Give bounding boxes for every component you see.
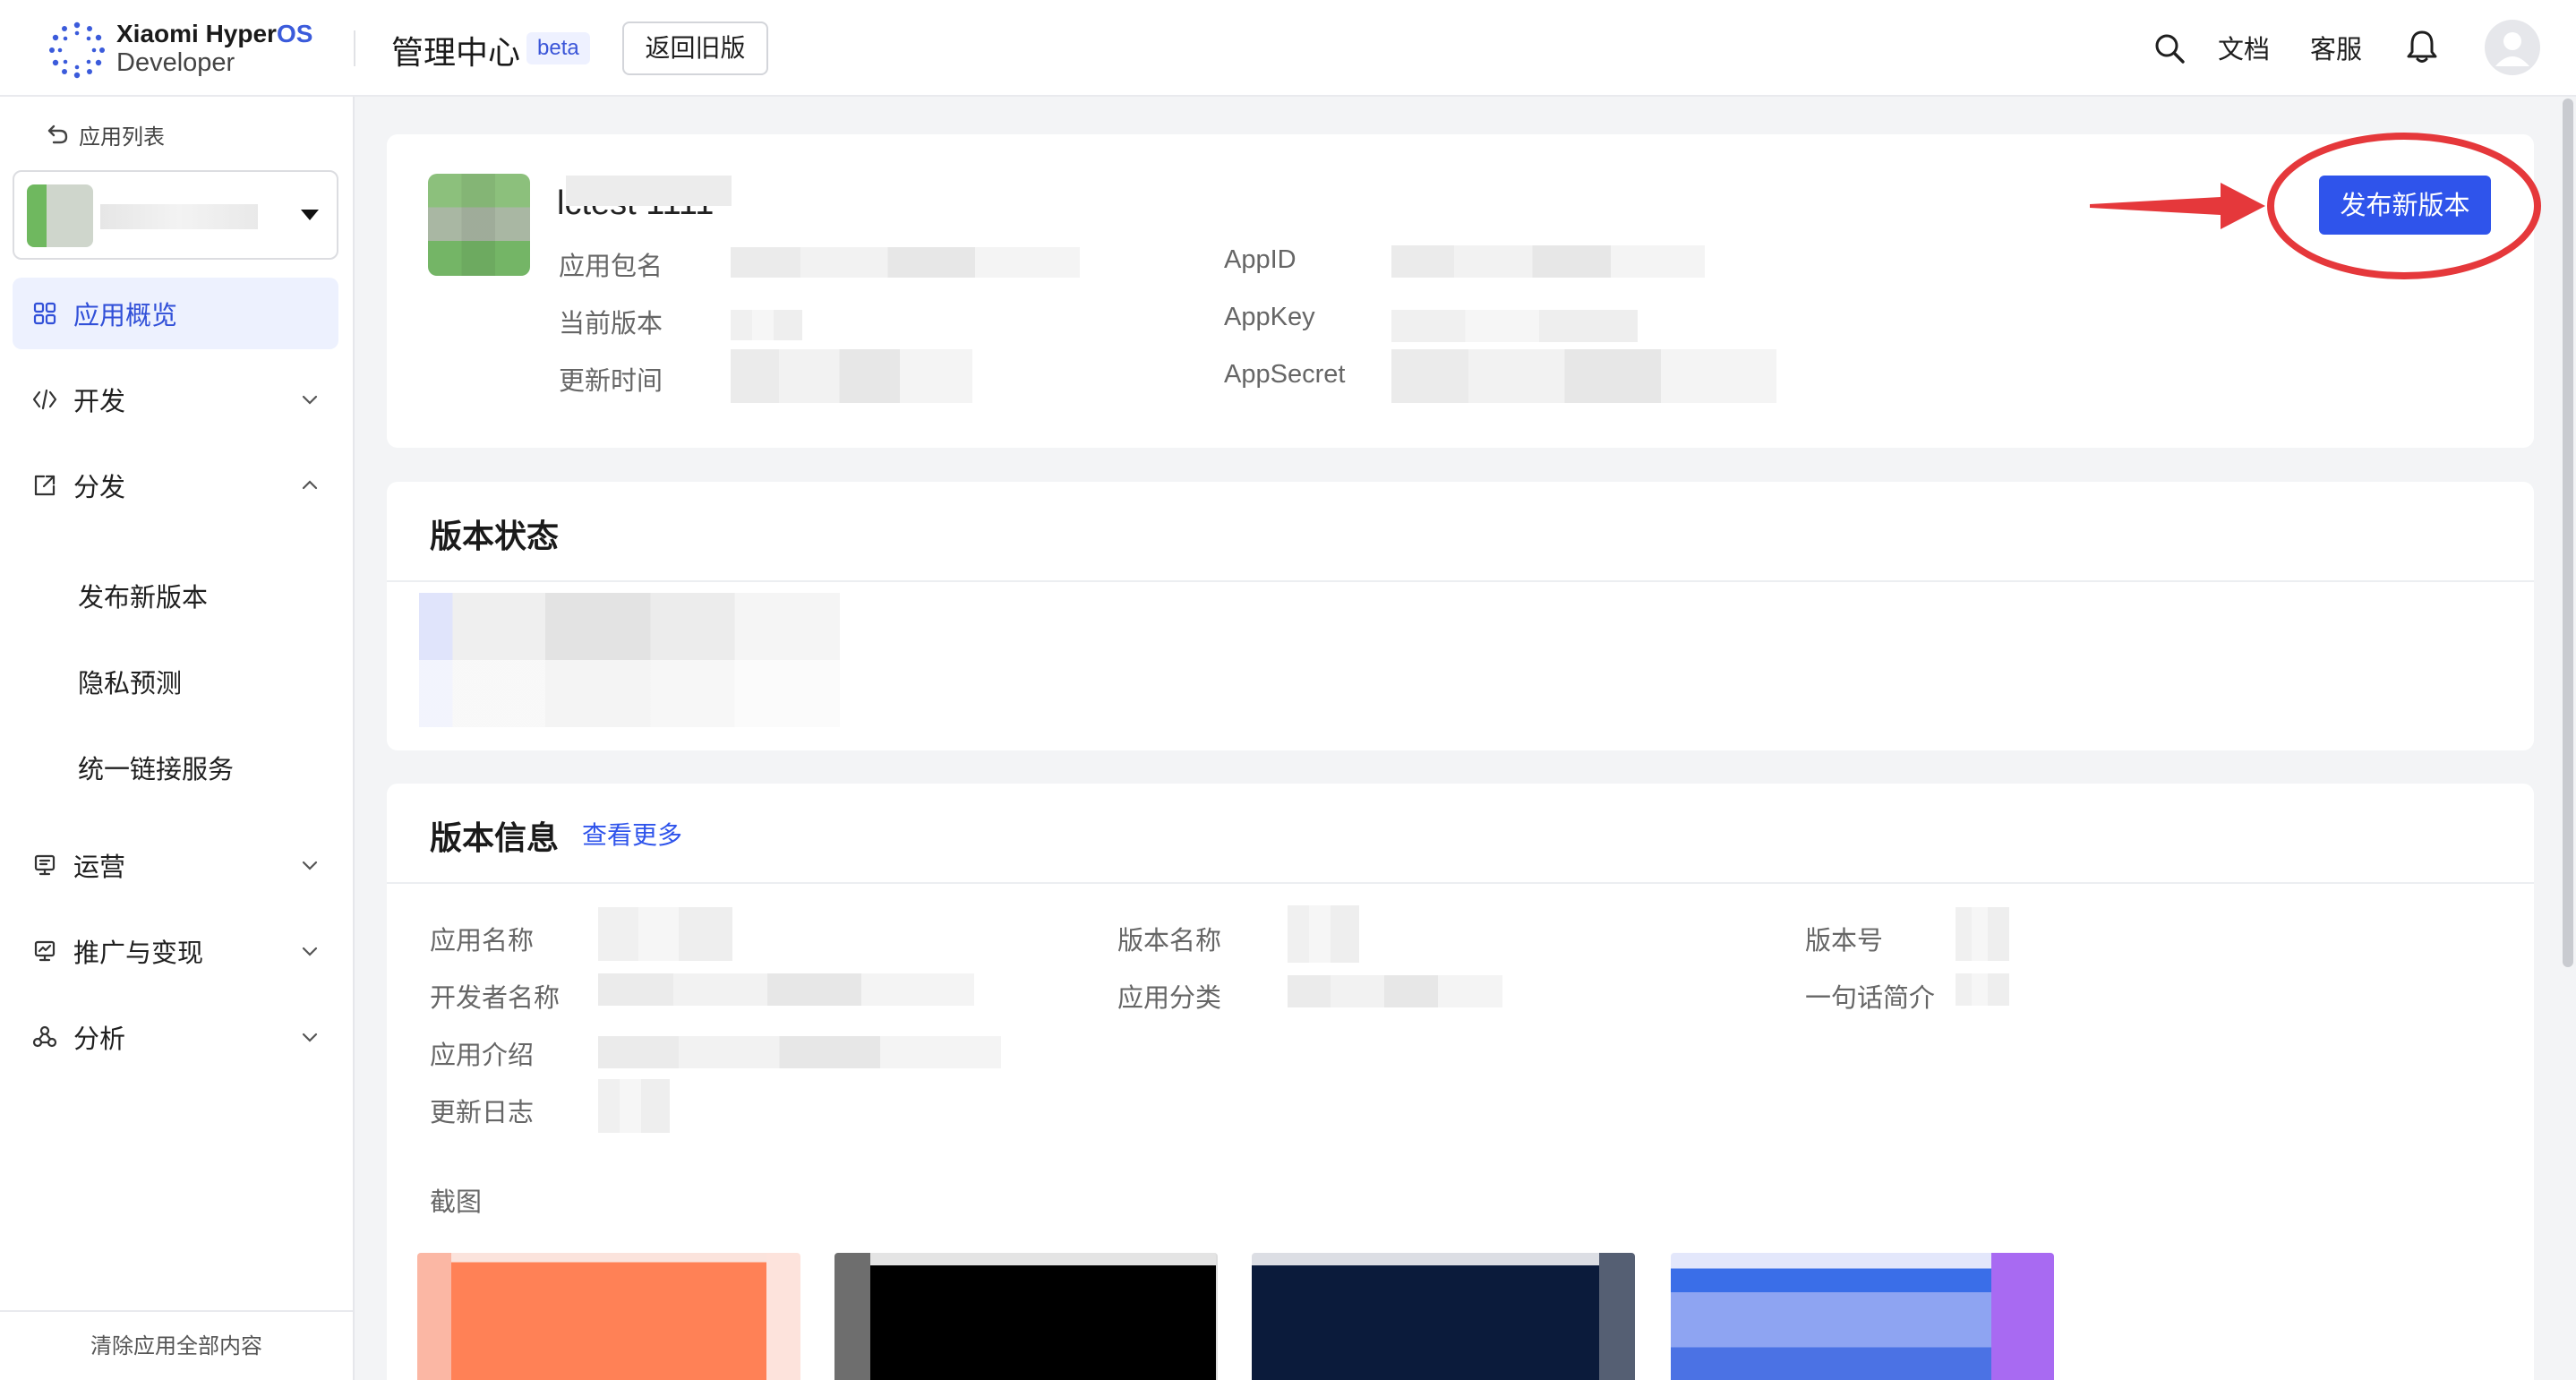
sidebar-item-label: 开发: [73, 386, 126, 416]
chevron-down-icon: [302, 1033, 318, 1042]
top-header: Xiaomi HyperOS Developer 管理中心 beta 返回旧版 …: [0, 0, 2576, 97]
appsecret-label: AppSecret: [1224, 360, 1346, 389]
user-avatar-icon: [2495, 32, 2529, 66]
docs-link[interactable]: 文档: [2218, 29, 2270, 66]
back-to-old-version-button[interactable]: 返回旧版: [622, 21, 768, 75]
developer-name-label: 开发者名称: [430, 982, 561, 1013]
version-name-label: 版本名称: [1117, 925, 1222, 956]
annotation-circle: [2267, 133, 2541, 279]
share-icon: [32, 473, 57, 498]
screenshot-thumbnail[interactable]: [1252, 1253, 1635, 1380]
app-thumbnail: [27, 184, 93, 247]
header-divider: [354, 30, 355, 66]
scrollbar[interactable]: [2563, 99, 2573, 967]
app-name-label: 应用名称: [430, 925, 535, 956]
version-info-title: 版本信息: [430, 820, 560, 857]
chevron-down-icon: [302, 395, 318, 405]
version-status-title: 版本状态: [430, 519, 560, 555]
undo-icon: [47, 124, 68, 144]
back-to-app-list[interactable]: 应用列表: [47, 118, 165, 150]
sidebar-item-analytics[interactable]: 分析: [13, 1001, 338, 1073]
chevron-down-icon: [302, 861, 318, 870]
app-icon: [428, 174, 530, 276]
appid-value-redacted: [1391, 245, 1705, 278]
changelog-value-redacted: [598, 1079, 670, 1133]
app-name-redaction: [566, 176, 732, 206]
app-intro-value-redacted: [598, 1036, 1001, 1068]
version-name-value-redacted: [1288, 905, 1359, 963]
app-selector-dropdown[interactable]: [13, 170, 338, 260]
app-intro-label: 应用介绍: [430, 1040, 535, 1070]
sidebar-item-label: 推广与变现: [73, 938, 204, 968]
sidebar-item-label: 分发: [73, 472, 126, 502]
clear-app-content-button[interactable]: 清除应用全部内容: [0, 1310, 353, 1380]
chart-icon: [32, 939, 57, 964]
chevron-down-icon: [302, 947, 318, 956]
app-category-label: 应用分类: [1117, 982, 1222, 1013]
version-status-redacted: [419, 593, 840, 727]
app-name-redacted: [100, 204, 258, 229]
appsecret-value-redacted: [1391, 349, 1776, 403]
package-name-value-redacted: [731, 247, 1080, 278]
grid-icon: [32, 301, 57, 326]
sidebar-item-label: 运营: [73, 852, 126, 882]
sidebar-subitem-unified-link-service[interactable]: 统一链接服务: [78, 742, 234, 796]
screenshots-label: 截图: [430, 1187, 483, 1217]
screenshot-thumbnail[interactable]: [417, 1253, 800, 1380]
sidebar-item-develop[interactable]: 开发: [13, 364, 338, 435]
package-name-label: 应用包名: [559, 251, 663, 281]
page-title: 管理中心: [391, 35, 521, 72]
annotation-arrow-icon: [2090, 183, 2265, 229]
one-line-intro-label: 一句话简介: [1805, 982, 1936, 1013]
search-icon[interactable]: [2153, 32, 2186, 64]
sidebar-item-label: 应用概览: [73, 300, 178, 330]
update-time-label: 更新时间: [559, 365, 663, 396]
back-label: 应用列表: [79, 124, 165, 150]
screenshot-thumbnail[interactable]: [834, 1253, 1218, 1380]
sidebar-item-label: 分析: [73, 1024, 126, 1054]
user-avatar[interactable]: [2485, 20, 2540, 75]
brand-subtitle: Developer: [116, 48, 235, 77]
appkey-value-redacted: [1391, 310, 1638, 342]
section-divider: [387, 882, 2534, 884]
beta-badge: beta: [526, 32, 590, 64]
sidebar-item-overview[interactable]: 应用概览: [13, 278, 338, 349]
developer-name-value-redacted: [598, 973, 974, 1006]
version-code-label: 版本号: [1805, 925, 1884, 956]
app-name-value-redacted: [598, 907, 732, 961]
brand-name: Xiaomi HyperOS: [116, 20, 313, 47]
hyperos-logo[interactable]: [48, 21, 106, 79]
monitor-icon: [32, 853, 57, 878]
changelog-label: 更新日志: [430, 1097, 535, 1127]
section-divider: [387, 580, 2534, 582]
sidebar-subitem-privacy-prediction[interactable]: 隐私预测: [78, 656, 182, 710]
bell-icon[interactable]: [2405, 29, 2439, 64]
screenshot-thumbnail[interactable]: [1671, 1253, 2054, 1380]
customer-service-link[interactable]: 客服: [2310, 29, 2362, 66]
code-icon: [32, 387, 57, 412]
appkey-label: AppKey: [1224, 303, 1315, 331]
current-version-label: 当前版本: [559, 308, 663, 339]
view-more-link[interactable]: 查看更多: [582, 816, 682, 852]
sidebar-item-operations[interactable]: 运营: [13, 829, 338, 901]
sidebar-subitem-publish-new-version[interactable]: 发布新版本: [78, 570, 208, 624]
sidebar: 应用列表 应用概览 开发 分发 发布新版本 隐私预测 统一链接服务 运营 推广与…: [0, 97, 355, 1380]
caret-down-icon: [301, 210, 319, 220]
cluster-icon: [32, 1024, 57, 1050]
version-info-card: 版本信息 查看更多 应用名称 开发者名称 应用介绍 更新日志 版本名称 应用分类…: [387, 784, 2534, 1380]
current-version-value-redacted: [731, 310, 802, 340]
version-status-card: 版本状态: [387, 482, 2534, 750]
sidebar-item-distribute[interactable]: 分发: [13, 450, 338, 521]
update-time-value-redacted: [731, 349, 972, 403]
one-line-intro-value-redacted: [1956, 973, 2009, 1006]
app-category-value-redacted: [1288, 975, 1502, 1007]
chevron-up-icon: [302, 480, 318, 490]
sidebar-item-promotion-monetization[interactable]: 推广与变现: [13, 915, 338, 987]
version-code-value-redacted: [1956, 907, 2009, 961]
appid-label: AppID: [1224, 245, 1297, 274]
